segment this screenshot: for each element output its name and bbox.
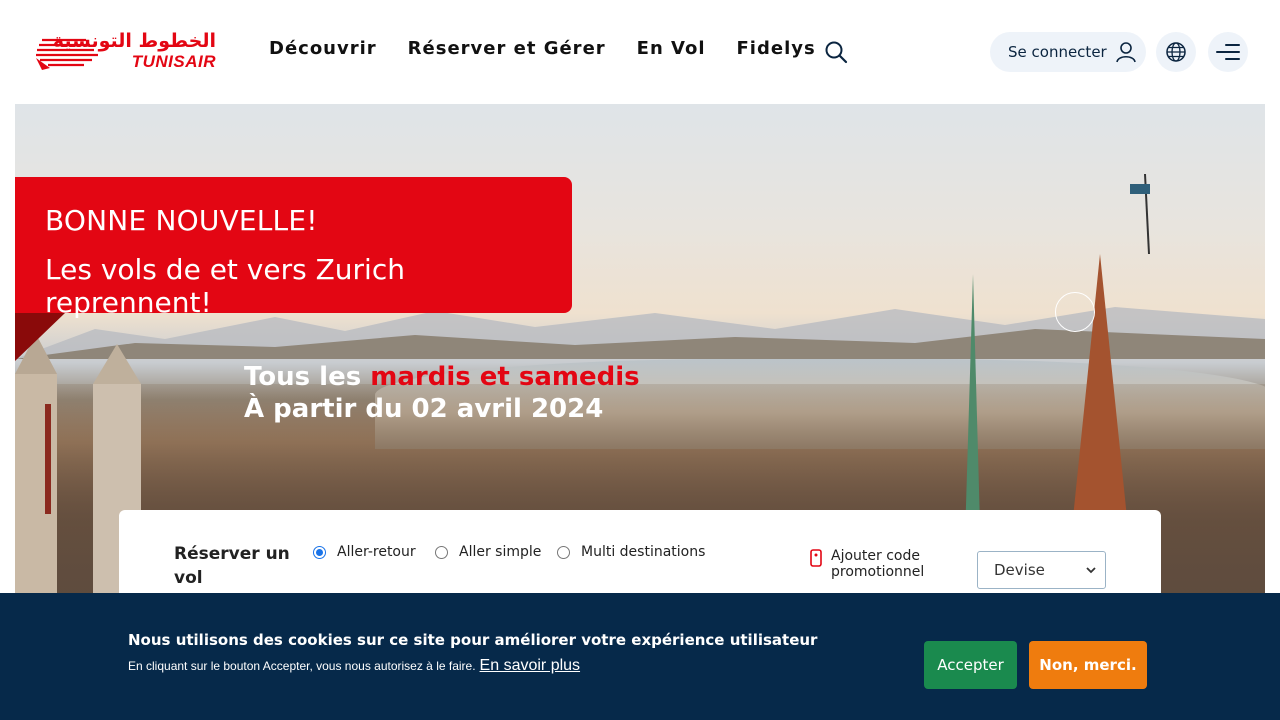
globe-icon [1166,42,1186,62]
promo-code-link[interactable]: Ajouter code promotionnel [809,548,924,580]
menu-button[interactable] [1208,32,1248,72]
promo-tag-icon [810,549,822,567]
trip-type-multi-city[interactable]: Multi destinations [557,544,705,560]
hero-schedule-prefix: Tous les [244,362,371,392]
nav-item-fidelys[interactable]: Fidelys [737,38,816,59]
promo-code-label: Ajouter code promotionnel [831,548,924,580]
banner-heading: BONNE NOUVELLE! [45,204,318,237]
trip-type-round-trip[interactable]: Aller-retour [313,544,416,560]
hero-schedule-text: Tous les mardis et samedis [244,362,640,392]
cookie-subtitle: En cliquant sur le bouton Accepter, vous… [128,657,580,675]
trip-type-label: Aller simple [459,544,542,560]
promo-banner: BONNE NOUVELLE! Les vols de et vers Zuri… [15,177,572,319]
carousel-indicator[interactable] [1055,292,1095,332]
logo-arabic-text: الخطوط التونسية [52,30,217,52]
tunisair-logo[interactable]: الخطوط التونسية TUNISAIR [34,30,218,74]
chevron-down-icon [1086,567,1096,574]
radio-multi-city[interactable] [557,545,570,559]
logo-latin-text: TUNISAIR [131,52,216,71]
promo-label-line1: Ajouter code [831,548,920,564]
radio-one-way[interactable] [435,545,448,559]
language-button[interactable] [1156,32,1196,72]
nav-item-decouvrir[interactable]: Découvrir [269,38,377,59]
hero-schedule-days: mardis et samedis [370,362,640,392]
trip-type-one-way[interactable]: Aller simple [435,544,541,560]
currency-select[interactable]: Devise [977,551,1106,589]
login-button[interactable]: Se connecter [990,32,1146,72]
currency-value: Devise [994,561,1045,579]
cookie-accept-button[interactable]: Accepter [924,641,1017,689]
banner-subheading: Les vols de et vers Zurich reprennent! [45,253,405,319]
cookie-subtitle-text: En cliquant sur le bouton Accepter, vous… [128,659,476,673]
radio-round-trip[interactable] [313,545,326,559]
cookie-banner: Nous utilisons des cookies sur ce site p… [0,593,1280,720]
cookie-decline-button[interactable]: Non, merci. [1029,641,1147,689]
search-icon [825,41,848,64]
promo-label-line2: promotionnel [831,564,925,580]
search-button[interactable] [824,40,848,64]
main-nav: Découvrir Réserver et Gérer En Vol Fidel… [269,38,847,59]
user-icon [1115,42,1136,63]
hero-start-date: À partir du 02 avril 2024 [244,394,604,424]
booking-title: Réserver un vol [174,544,290,588]
nav-item-en-vol[interactable]: En Vol [637,38,706,59]
login-label: Se connecter [1008,43,1107,61]
cookie-learn-more-link[interactable]: En savoir plus [480,657,581,675]
cookie-title: Nous utilisons des cookies sur ce site p… [128,631,818,649]
menu-icon [1216,44,1240,60]
site-header: الخطوط التونسية TUNISAIR Découvrir Réser… [0,0,1280,104]
nav-item-reserver-gerer[interactable]: Réserver et Gérer [408,38,606,59]
trip-type-label: Multi destinations [581,544,706,560]
trip-type-label: Aller-retour [337,544,416,560]
banner-fold [15,313,65,361]
